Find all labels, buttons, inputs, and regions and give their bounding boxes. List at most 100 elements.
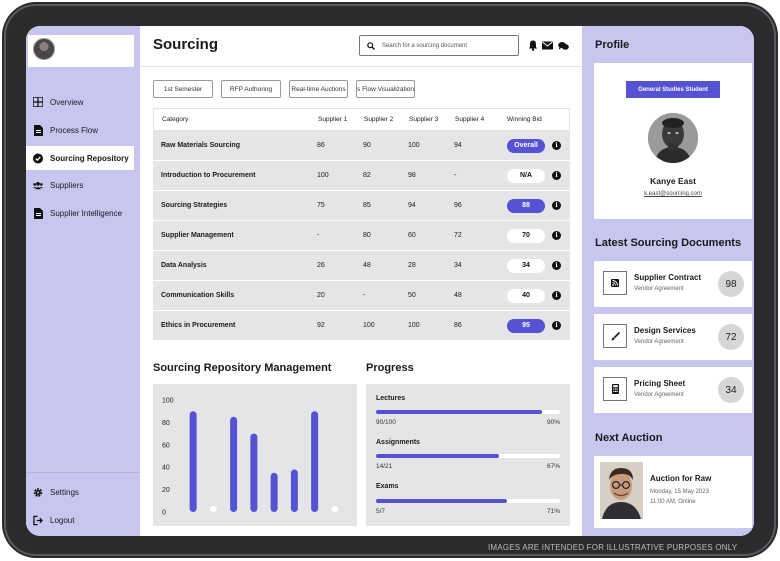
document-score: 34 <box>718 377 744 403</box>
row-cell-s3: 98 <box>408 172 416 179</box>
winning-bid-badge[interactable]: Overall <box>507 138 545 153</box>
progress-track <box>376 454 560 458</box>
table-row[interactable]: Communication Skills 20 - 50 48 40 i <box>153 281 570 311</box>
right-panel: Profile General Studies Student Kanye Ea… <box>582 26 754 536</box>
document-card[interactable]: Supplier Contract Vendor Agreement 98 <box>594 261 752 307</box>
brush-icon <box>603 324 627 348</box>
progress-label: Assignments <box>376 439 420 446</box>
row-cell-s1: 92 <box>317 322 325 329</box>
table-row[interactable]: Sourcing Strategies 75 85 94 96 88 i <box>153 191 570 221</box>
y-tick-label: 80 <box>162 420 170 427</box>
sidebar-item-label: Supplier Intelligence <box>50 208 123 218</box>
auction-card[interactable]: Auction for Raw Monday, 15 May 2023 11:0… <box>594 456 752 528</box>
chart-bar[interactable] <box>209 506 217 512</box>
winning-bid-badge[interactable]: 40 <box>507 288 545 303</box>
document-type: Vendor Agreement <box>634 286 684 292</box>
auction-name: Auction for Raw <box>650 474 712 483</box>
chart-bar[interactable] <box>230 416 238 512</box>
progress-fill <box>376 499 507 503</box>
sidebar-item-process-flow[interactable]: Process Flow <box>26 118 134 142</box>
app-screen: Overview Process Flow Sourcing Repositor… <box>26 26 754 536</box>
row-cell-s4: 34 <box>454 262 462 269</box>
chart-bar[interactable] <box>250 433 258 512</box>
disclaimer-text: IMAGES ARE INTENDED FOR ILLUSTRATIVE PUR… <box>488 543 738 552</box>
winning-bid-badge[interactable]: 95 <box>507 318 545 333</box>
filter-rfp-authoring[interactable]: RFP Authoring <box>221 80 281 98</box>
row-category: Supplier Management <box>161 232 234 239</box>
sidebar-item-supplier-intelligence[interactable]: Supplier Intelligence <box>26 201 134 225</box>
row-category: Communication Skills <box>161 292 235 299</box>
table-row[interactable]: Supplier Management - 80 60 72 70 i <box>153 221 570 251</box>
profile-email-link[interactable]: k.east@sourcing.com <box>594 191 752 197</box>
search-input[interactable]: Search for a sourcing document <box>359 35 519 56</box>
row-cell-s1: 20 <box>317 292 325 299</box>
chart-bar[interactable] <box>331 506 339 512</box>
sidebar-item-settings[interactable]: Settings <box>26 480 134 504</box>
user-badge[interactable] <box>28 35 134 67</box>
document-score: 98 <box>718 271 744 297</box>
auction-title: Next Auction <box>595 432 663 444</box>
sidebar-item-overview[interactable]: Overview <box>26 90 134 114</box>
auction-date: Monday, 15 May 2023 <box>650 489 709 495</box>
winning-bid-badge[interactable]: N/A <box>507 168 545 183</box>
progress-value: 14/21 <box>376 463 393 470</box>
sidebar-item-label: Sourcing Repository <box>50 153 129 163</box>
role-badge-button[interactable]: General Studies Student <box>626 81 720 98</box>
users-icon <box>33 180 43 190</box>
chart-bar[interactable] <box>270 472 278 512</box>
document-card[interactable]: Pricing Sheet Vendor Agreement 34 <box>594 367 752 413</box>
profile-title: Profile <box>595 39 630 51</box>
y-tick-label: 60 <box>162 442 170 449</box>
table-row[interactable]: Data Analysis 26 48 28 34 34 i <box>153 251 570 281</box>
avatar[interactable] <box>33 38 55 60</box>
info-icon[interactable]: i <box>552 171 561 180</box>
filter-1st-semester[interactable]: 1st Semester <box>153 80 213 98</box>
filter-real-time-auctions[interactable]: Real-time Auctions <box>289 80 348 98</box>
auction-photo <box>600 462 643 519</box>
calculator-icon <box>603 377 627 401</box>
info-icon[interactable]: i <box>552 291 561 300</box>
progress-track <box>376 410 560 414</box>
mail-icon[interactable] <box>542 40 553 51</box>
profile-card: General Studies Student Kanye East k.eas… <box>594 63 752 219</box>
table-row[interactable]: Raw Materials Sourcing 86 90 100 94 Overall i <box>153 131 570 161</box>
sidebar-item-label: Overview <box>50 97 84 107</box>
winning-bid-badge[interactable]: 34 <box>507 258 545 273</box>
auction-time: 11:00 AM, Online <box>650 499 696 505</box>
row-cell-s2: 100 <box>363 322 375 329</box>
progress-section-title: Progress <box>366 362 414 374</box>
chart-bar[interactable] <box>290 469 298 512</box>
winning-bid-badge[interactable]: 88 <box>507 198 545 213</box>
document-card[interactable]: Design Services Vendor Agreement 72 <box>594 314 752 360</box>
info-icon[interactable]: i <box>552 261 561 270</box>
info-icon[interactable]: i <box>552 231 561 240</box>
info-icon[interactable]: i <box>552 321 561 330</box>
info-icon[interactable]: i <box>552 141 561 150</box>
chart-bar[interactable] <box>189 411 197 512</box>
y-tick-label: 20 <box>162 487 170 494</box>
table-row[interactable]: Introduction to Procurement 100 82 98 - N/A i <box>153 161 570 191</box>
table-row[interactable]: Ethics in Procurement 92 100 100 86 95 i <box>153 311 570 341</box>
progress-label: Lectures <box>376 395 406 402</box>
progress-fill <box>376 410 542 414</box>
row-cell-s1: 86 <box>317 142 325 149</box>
bell-icon[interactable] <box>527 40 538 51</box>
tablet-device: Overview Process Flow Sourcing Repositor… <box>0 0 780 561</box>
progress-percent: 90% <box>546 419 560 426</box>
chat-icon[interactable] <box>558 40 569 51</box>
info-icon[interactable]: i <box>552 201 561 210</box>
sidebar-item-logout[interactable]: Logout <box>26 508 134 532</box>
winning-bid-badge[interactable]: 70 <box>507 228 545 243</box>
filter-process-flow-visualization[interactable]: Process Flow Visualization <box>356 80 415 98</box>
document-icon <box>33 207 43 219</box>
row-cell-s2: 48 <box>363 262 371 269</box>
sidebar-item-suppliers[interactable]: Suppliers <box>26 173 134 197</box>
chart-bar[interactable] <box>311 411 319 512</box>
sidebar-item-sourcing-repository[interactable]: Sourcing Repository <box>26 146 134 170</box>
row-cell-s4: 72 <box>454 232 462 239</box>
column-header: Category <box>162 116 189 123</box>
progress-label: Exams <box>376 483 399 490</box>
documents-title: Latest Sourcing Documents <box>595 237 742 249</box>
row-cell-s1: 26 <box>317 262 325 269</box>
profile-avatar <box>648 113 698 163</box>
